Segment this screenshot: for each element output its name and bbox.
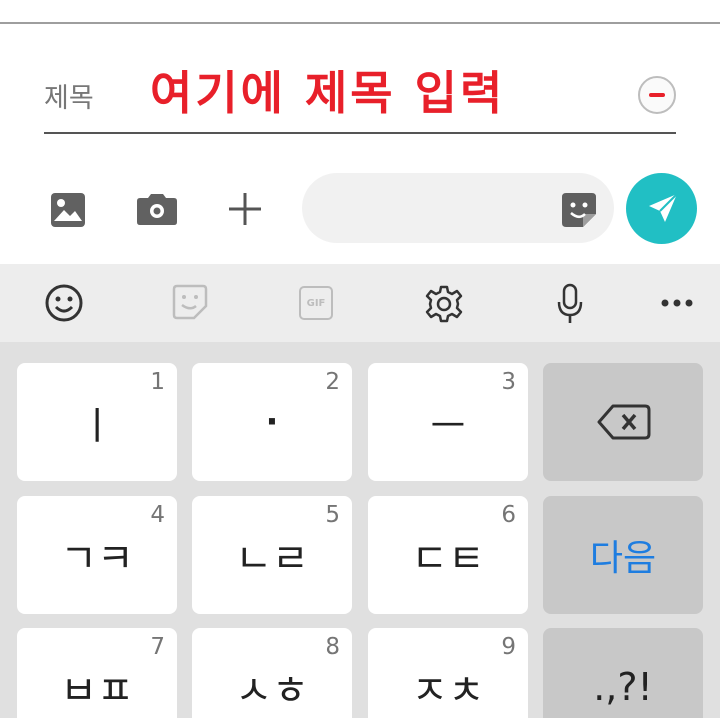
key-label: ㄱㅋ [60, 536, 134, 582]
key-label: ㅡ [430, 403, 466, 448]
key-label: ㅂㅍ [60, 668, 134, 714]
backspace-icon [597, 404, 651, 440]
punctuation-key[interactable]: .,?! [543, 628, 703, 718]
keyboard-toolbar: GIF [0, 264, 720, 342]
key-label: .,?! [593, 665, 653, 709]
key-3[interactable]: 3 ㅡ [368, 363, 528, 481]
key-9[interactable]: 9 ㅈㅊ [368, 628, 528, 718]
key-label: ㄷㅌ [411, 536, 485, 582]
backspace-key[interactable] [543, 363, 703, 481]
key-label: ㅈㅊ [411, 668, 485, 714]
key-8[interactable]: 8 ㅅㅎ [192, 628, 352, 718]
camera-icon[interactable] [136, 192, 178, 226]
compose-toolbar [0, 170, 720, 250]
key-1[interactable]: 1 ㅣ [17, 363, 177, 481]
key-4[interactable]: 4 ㄱㅋ [17, 496, 177, 614]
key-label: ㄴㄹ [235, 536, 309, 582]
image-icon[interactable] [50, 192, 86, 228]
key-7[interactable]: 7 ㅂㅍ [17, 628, 177, 718]
emoji-icon[interactable] [45, 284, 83, 322]
key-6[interactable]: 6 ㄷㅌ [368, 496, 528, 614]
send-button[interactable] [626, 173, 697, 244]
title-label: 제목 [44, 83, 94, 114]
key-2[interactable]: 2 · [192, 363, 352, 481]
next-key[interactable]: 다음 [543, 496, 703, 614]
divider [0, 22, 720, 24]
key-label: · [265, 402, 279, 442]
settings-icon[interactable] [425, 285, 463, 323]
gif-icon[interactable]: GIF [299, 286, 333, 320]
microphone-icon[interactable] [556, 283, 584, 325]
send-icon [649, 193, 678, 222]
sticker-icon[interactable] [172, 284, 208, 320]
title-input[interactable]: 여기에 제목 입력 [150, 62, 505, 124]
title-field-row: 제목 여기에 제목 입력 [44, 62, 676, 134]
key-label: ㅣ [79, 403, 115, 448]
key-label: 다음 [589, 538, 657, 579]
more-icon[interactable] [660, 298, 694, 308]
key-label: ㅅㅎ [235, 668, 309, 714]
key-5[interactable]: 5 ㄴㄹ [192, 496, 352, 614]
app-screen: 제목 여기에 제목 입력 GIF 1 ㅣ 2 · 3 ㅡ 4 ㄱㅋ 5 ㄴㄹ 6… [0, 0, 720, 718]
remove-title-button[interactable] [638, 76, 676, 114]
sticker-icon[interactable] [561, 192, 597, 228]
plus-icon[interactable] [228, 192, 262, 226]
keyboard: 1 ㅣ 2 · 3 ㅡ 4 ㄱㅋ 5 ㄴㄹ 6 ㄷㅌ 다음 7 ㅂㅍ 8 ㅅㅎ … [0, 342, 720, 718]
